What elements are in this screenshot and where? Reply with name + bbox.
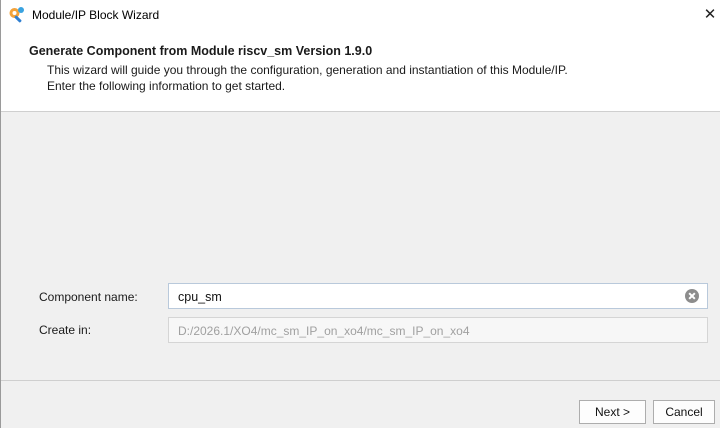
next-button[interactable]: Next > — [579, 400, 646, 424]
description-line-2: Enter the following information to get s… — [47, 79, 286, 93]
create-in-value: D:/2026.1/XO4/mc_sm_IP_on_xo4/mc_sm_IP_o… — [178, 324, 470, 338]
create-in-field: D:/2026.1/XO4/mc_sm_IP_on_xo4/mc_sm_IP_o… — [168, 317, 708, 343]
cancel-button[interactable]: Cancel — [653, 400, 715, 424]
wrench-gear-icon — [8, 6, 26, 24]
title-bar: Module/IP Block Wizard ✕ — [1, 0, 720, 31]
wizard-window: Module/IP Block Wizard ✕ Generate Compon… — [0, 0, 720, 428]
component-name-field[interactable]: cpu_sm — [168, 283, 708, 309]
wizard-header: Generate Component from Module riscv_sm … — [1, 31, 720, 112]
description-line-1: This wizard will guide you through the c… — [47, 63, 568, 77]
window-title: Module/IP Block Wizard — [32, 8, 160, 22]
page-title: Generate Component from Module riscv_sm … — [29, 44, 373, 58]
close-icon: ✕ — [703, 6, 717, 23]
create-in-label: Create in: — [39, 323, 92, 337]
component-name-label: Component name: — [39, 290, 138, 304]
component-name-value: cpu_sm — [178, 290, 222, 304]
clear-icon[interactable] — [685, 289, 699, 303]
footer-divider — [1, 380, 720, 381]
close-button[interactable]: ✕ — [699, 4, 720, 26]
wizard-description: This wizard will guide you through the c… — [47, 62, 568, 94]
